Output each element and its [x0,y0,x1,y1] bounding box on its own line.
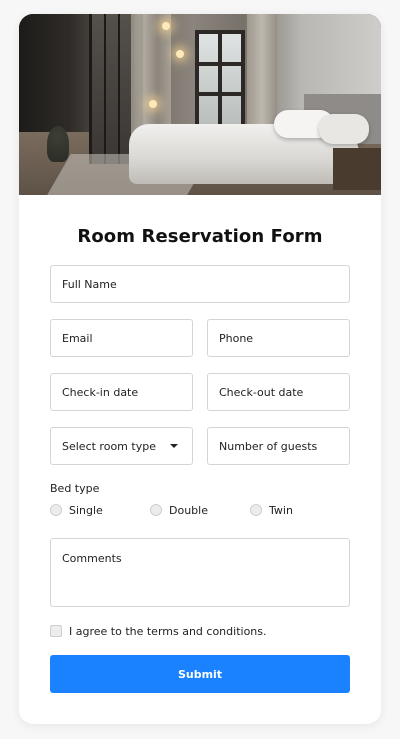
guests-placeholder: Number of guests [219,439,318,453]
submit-button[interactable]: Submit [50,655,350,693]
reservation-card: Room Reservation Form Full Name Email Ph… [19,14,381,724]
bed-single-label: Single [69,504,103,517]
checkin-placeholder: Check-in date [62,385,139,399]
phone-input[interactable]: Phone [207,319,350,357]
checkin-date-input[interactable]: Check-in date [50,373,193,411]
email-placeholder: Email [62,331,93,345]
caret-down-icon [170,444,178,448]
checkout-placeholder: Check-out date [219,385,304,399]
bed-twin-radio[interactable] [250,504,262,516]
checkout-date-input[interactable]: Check-out date [207,373,350,411]
comments-textarea[interactable]: Comments [50,538,350,607]
room-type-select[interactable]: Select room type [50,427,193,465]
hero-image [19,14,381,195]
guests-input[interactable]: Number of guests [207,427,350,465]
bed-twin-label: Twin [269,504,293,517]
comments-placeholder: Comments [62,552,122,565]
full-name-placeholder: Full Name [62,277,117,291]
form-title: Room Reservation Form [77,226,323,247]
terms-label: I agree to the terms and conditions. [69,625,267,638]
phone-placeholder: Phone [219,331,254,345]
terms-checkbox[interactable] [50,625,62,637]
full-name-input[interactable]: Full Name [50,265,350,303]
bed-single-radio[interactable] [50,504,62,516]
room-type-value: Select room type [62,439,156,453]
bed-double-radio[interactable] [150,504,162,516]
bed-type-label: Bed type [50,482,100,495]
email-input[interactable]: Email [50,319,193,357]
bed-double-label: Double [169,504,208,517]
